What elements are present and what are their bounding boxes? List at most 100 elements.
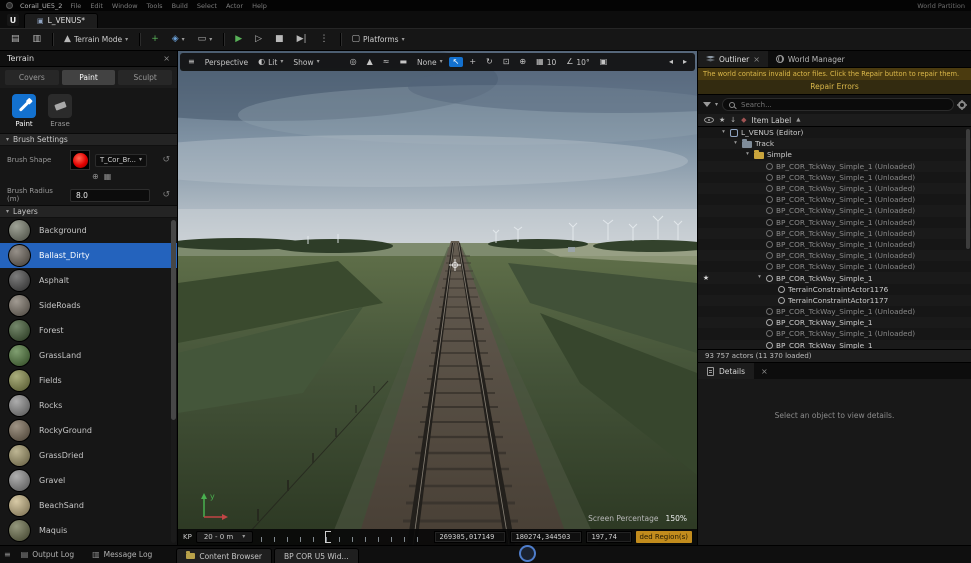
outliner-row[interactable]: BP_COR_TckWay_Simple_1 bbox=[698, 339, 971, 349]
brush-shape-preview[interactable] bbox=[70, 150, 90, 170]
add-actor-button[interactable]: + bbox=[146, 31, 164, 48]
scrollbar-thumb[interactable] bbox=[171, 220, 176, 421]
lit-dropdown[interactable]: ◐ Lit ▾ bbox=[254, 57, 287, 68]
user-avatar[interactable] bbox=[6, 2, 13, 9]
tab-outliner[interactable]: Outliner × bbox=[698, 51, 768, 67]
smooth-tool-button[interactable]: ≈ bbox=[379, 57, 394, 67]
move-tool-button[interactable]: + bbox=[465, 57, 480, 67]
close-icon[interactable]: × bbox=[753, 55, 760, 64]
outliner-row[interactable]: BP_COR_TckWay_Simple_1 (Unloaded) bbox=[698, 328, 971, 339]
terrain-mode-tab[interactable]: Paint bbox=[61, 70, 116, 85]
menu-item[interactable]: Select bbox=[196, 2, 218, 10]
menu-item[interactable]: Build bbox=[171, 2, 189, 10]
repair-errors-button[interactable]: Repair Errors bbox=[698, 80, 971, 95]
terrain-tool-button[interactable]: ▲ bbox=[363, 57, 377, 67]
message-log-button[interactable]: ▥ Message Log bbox=[84, 546, 160, 563]
layer-item[interactable]: Rocks bbox=[0, 393, 177, 418]
outliner-row[interactable]: BP_COR_TckWay_Simple_1 (Unloaded) bbox=[698, 250, 971, 262]
content-browser-tab[interactable]: Content Browser bbox=[176, 548, 272, 563]
layer-item[interactable]: Asphalt bbox=[0, 268, 177, 293]
layer-item[interactable]: Maquis bbox=[0, 518, 177, 543]
viewport-options-button[interactable]: ≡ bbox=[184, 57, 199, 67]
outliner-row[interactable]: TerrainConstraintActor1176 bbox=[698, 284, 971, 295]
outliner-scrollbar[interactable] bbox=[966, 129, 970, 249]
search-input[interactable] bbox=[739, 99, 947, 110]
terrain-mode-tab[interactable]: Sculpt bbox=[118, 70, 173, 85]
blueprints-dropdown[interactable]: ◈ ▾ bbox=[167, 31, 190, 48]
grid-snap-button[interactable]: ▦ 10 bbox=[532, 57, 560, 68]
browser-button[interactable]: ▥ bbox=[28, 31, 47, 48]
brush-settings-header[interactable]: ▾ Brush Settings bbox=[0, 133, 177, 146]
brush-radius-input[interactable]: 8.0 bbox=[70, 188, 150, 202]
stop-button[interactable]: ■ bbox=[270, 31, 289, 48]
flatten-tool-button[interactable]: ▬ bbox=[395, 57, 411, 67]
tab-details[interactable]: Details bbox=[698, 363, 755, 379]
item-label-header[interactable]: Item Label bbox=[752, 116, 792, 125]
reset-brush-shape-icon[interactable]: ↺ bbox=[162, 155, 170, 165]
chevron-down-icon[interactable]: ▾ bbox=[715, 101, 718, 108]
rotate-tool-button[interactable]: ↻ bbox=[482, 57, 497, 67]
prev-viewport-button[interactable]: ◂ bbox=[665, 57, 677, 67]
viewport[interactable]: ≡ Perspective ◐ Lit ▾ Show ▾ ◎ ▲ ≈ ▬ None ▾ … bbox=[178, 51, 697, 545]
unreal-logo-icon[interactable]: U bbox=[7, 14, 19, 26]
play-options-button[interactable]: ⋮ bbox=[315, 31, 334, 48]
expander-icon[interactable]: ▾ bbox=[720, 129, 727, 136]
expander-icon[interactable]: ▾ bbox=[756, 275, 763, 281]
menu-item[interactable]: Tools bbox=[146, 2, 164, 10]
outliner-search[interactable] bbox=[722, 98, 954, 111]
rotation-snap-button[interactable]: ∠ 10° bbox=[562, 57, 593, 68]
expander-icon[interactable]: ▾ bbox=[744, 152, 751, 158]
outliner-row[interactable]: BP_COR_TckWay_Simple_1 (Unloaded) bbox=[698, 227, 971, 239]
outliner-row[interactable]: BP_COR_TckWay_Simple_1 (Unloaded) bbox=[698, 172, 971, 183]
kp-range-dropdown[interactable]: 20 - 0 m ▾ bbox=[195, 531, 254, 543]
console-icon[interactable]: ≡ bbox=[4, 550, 11, 559]
outliner-row[interactable]: TerrainConstraintActor1177 bbox=[698, 294, 971, 306]
level-tab[interactable]: ▣ L_VENUS* bbox=[24, 13, 99, 28]
platforms-dropdown[interactable]: ▢ Platforms ▾ bbox=[347, 31, 410, 48]
next-viewport-button[interactable]: ▸ bbox=[679, 57, 691, 67]
cinematics-dropdown[interactable]: ▭ ▾ bbox=[193, 31, 218, 48]
outliner-row[interactable]: BP_COR_TckWay_Simple_1 (Unloaded) bbox=[698, 217, 971, 228]
layer-item[interactable]: Ballast_Dirty bbox=[0, 243, 177, 268]
layer-item[interactable]: BeachSand bbox=[0, 493, 177, 518]
outliner-row[interactable]: ▾ Track bbox=[698, 138, 971, 150]
reset-brush-radius-icon[interactable]: ↺ bbox=[162, 190, 170, 200]
brush-texture-dropdown[interactable]: T_Cor_Br... ▾ bbox=[95, 153, 147, 167]
menu-item[interactable]: Actor bbox=[225, 2, 244, 10]
filter-funnel-icon[interactable] bbox=[703, 102, 711, 107]
layer-item[interactable]: Gravel bbox=[0, 468, 177, 493]
paint-tool-button[interactable]: Paint bbox=[12, 94, 36, 128]
layer-item[interactable]: SideRoads bbox=[0, 293, 177, 318]
outliner-column-header[interactable]: ★ ↓ ◆ Item Label ▲ bbox=[698, 114, 971, 127]
skip-button[interactable]: ▶| bbox=[292, 31, 312, 48]
layer-item[interactable]: GrassDried bbox=[0, 443, 177, 468]
kp-ruler[interactable] bbox=[261, 530, 426, 543]
outliner-row[interactable]: ★ ▾ BP_COR_TckWay_Simple_1 bbox=[698, 272, 971, 284]
outliner-row[interactable]: BP_COR_TckWay_Simple_1 (Unloaded) bbox=[698, 261, 971, 272]
gizmo-coordinate-dropdown[interactable]: None ▾ bbox=[413, 57, 447, 68]
viewport-scene[interactable] bbox=[178, 51, 697, 545]
brush-option-grid-icon[interactable]: ▦ bbox=[104, 172, 112, 181]
expander-icon[interactable]: ▾ bbox=[732, 141, 739, 147]
visibility-column-icon[interactable] bbox=[704, 117, 714, 123]
show-dropdown[interactable]: Show ▾ bbox=[289, 57, 323, 68]
tab-world-manager[interactable]: World Manager bbox=[768, 51, 853, 67]
layer-item[interactable]: Background bbox=[0, 218, 177, 243]
outliner-row[interactable]: ▾ Simple bbox=[698, 149, 971, 160]
layer-item[interactable]: RockyGround bbox=[0, 418, 177, 443]
menu-item[interactable]: File bbox=[69, 2, 82, 10]
favorite-column-icon[interactable]: ★ bbox=[719, 116, 725, 124]
layers-scrollbar[interactable] bbox=[171, 220, 176, 543]
outliner-row[interactable]: BP_COR_TckWay_Simple_1 (Unloaded) bbox=[698, 160, 971, 172]
layer-item[interactable]: Forest bbox=[0, 318, 177, 343]
outliner-row[interactable]: BP_COR_TckWay_Simple_1 bbox=[698, 317, 971, 329]
terrain-mode-tab[interactable]: Covers bbox=[5, 70, 59, 85]
play-button[interactable]: ▶ bbox=[230, 31, 247, 48]
gear-icon[interactable] bbox=[958, 100, 966, 109]
simulate-button[interactable]: ▷ bbox=[250, 31, 267, 48]
outliner-row[interactable]: ▾ L_VENUS (Editor) bbox=[698, 127, 971, 138]
menu-item[interactable]: Edit bbox=[89, 2, 104, 10]
row-favorite-star[interactable]: ★ bbox=[698, 274, 714, 282]
pin-column-icon[interactable]: ↓ bbox=[730, 116, 736, 124]
outliner-row[interactable]: BP_COR_TckWay_Simple_1 (Unloaded) bbox=[698, 194, 971, 205]
